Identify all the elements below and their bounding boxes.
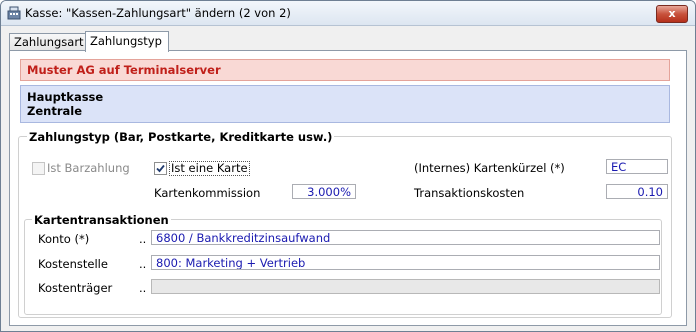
tab-zahlungstyp[interactable]: Zahlungstyp <box>85 31 169 52</box>
ist-karte-label: Ist eine Karte <box>169 161 250 176</box>
register-bar: Hauptkasse Zentrale <box>20 85 670 123</box>
zahlungstyp-group-title: Zahlungstyp (Bar, Postkarte, Kreditkarte… <box>27 130 335 144</box>
cash-register-icon <box>7 6 21 20</box>
konto-field[interactable]: 6800 / Bankkreditzinsaufwand <box>151 230 660 245</box>
tab-zahlungsart[interactable]: Zahlungsart <box>9 33 86 51</box>
kartenkommission-field[interactable]: 3.000% <box>292 184 356 199</box>
close-icon: x <box>668 7 676 20</box>
ist-barzahlung-label: Ist Barzahlung <box>47 161 130 175</box>
tab-panel: Muster AG auf Terminalserver Hauptkasse … <box>9 50 687 326</box>
kartenkommission-label: Kartenkommission <box>154 186 261 200</box>
ist-barzahlung-checkbox[interactable] <box>32 162 45 175</box>
transaktionskosten-label: Transaktionskosten <box>414 186 525 200</box>
kostentraeger-label: Kostenträger <box>38 281 113 295</box>
konto-lookup-dots[interactable]: .. <box>139 232 146 246</box>
title-bar[interactable]: Kasse: "Kassen-Zahlungsart" ändern (2 vo… <box>1 1 695 26</box>
dialog-window: Kasse: "Kassen-Zahlungsart" ändern (2 vo… <box>0 0 696 332</box>
register-location: Zentrale <box>27 104 82 118</box>
window-title: Kasse: "Kassen-Zahlungsart" ändern (2 vo… <box>25 6 291 20</box>
kostenstelle-field[interactable]: 800: Marketing + Vertrieb <box>151 255 660 270</box>
company-bar: Muster AG auf Terminalserver <box>20 59 670 81</box>
kostenstelle-label: Kostenstelle <box>38 257 108 271</box>
kostenstelle-lookup-dots[interactable]: .. <box>139 257 146 271</box>
close-button[interactable]: x <box>656 5 688 23</box>
kostentraeger-lookup-dots[interactable]: .. <box>139 281 146 295</box>
kartentransaktionen-title: Kartentransaktionen <box>32 213 171 227</box>
kartenkuerzel-field[interactable]: EC <box>606 159 668 174</box>
company-name: Muster AG auf Terminalserver <box>27 63 221 77</box>
kostentraeger-field[interactable] <box>151 279 660 294</box>
konto-label: Konto (*) <box>38 232 90 246</box>
ist-karte-checkbox[interactable] <box>154 162 167 175</box>
register-name: Hauptkasse <box>27 90 104 104</box>
transaktionskosten-field[interactable]: 0.10 <box>606 184 668 199</box>
kartenkuerzel-label: (Internes) Kartenkürzel (*) <box>414 161 565 175</box>
checkmark-icon <box>156 164 165 173</box>
